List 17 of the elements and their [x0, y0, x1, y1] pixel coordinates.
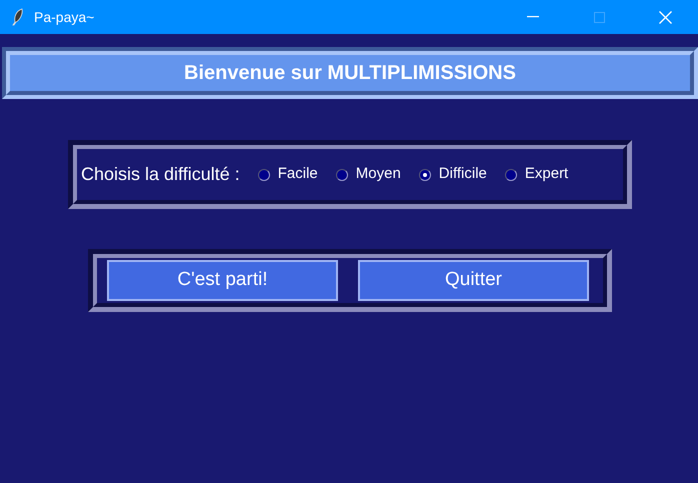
quit-button[interactable]: Quitter: [358, 260, 589, 301]
close-icon: [658, 10, 672, 24]
radio-label[interactable]: Facile: [278, 163, 318, 186]
difficulty-label: Choisis la difficulté :: [81, 163, 240, 186]
radio-label[interactable]: Expert: [524, 163, 568, 186]
radio-button[interactable]: [258, 168, 270, 180]
radio-label[interactable]: Difficile: [438, 163, 487, 186]
radio-button[interactable]: [504, 168, 517, 180]
radio-button[interactable]: [336, 168, 348, 180]
radio-button[interactable]: [418, 168, 431, 180]
window-title: Pa-paya~: [34, 8, 94, 27]
header-title: Bienvenue sur MULTIPLIMISSIONS: [184, 61, 516, 86]
radio-label[interactable]: Moyen: [356, 163, 401, 186]
start-button[interactable]: C'est parti!: [107, 260, 338, 301]
maximize-icon: [594, 12, 604, 22]
feather-icon: [12, 8, 24, 26]
minimize-icon: [527, 16, 539, 18]
